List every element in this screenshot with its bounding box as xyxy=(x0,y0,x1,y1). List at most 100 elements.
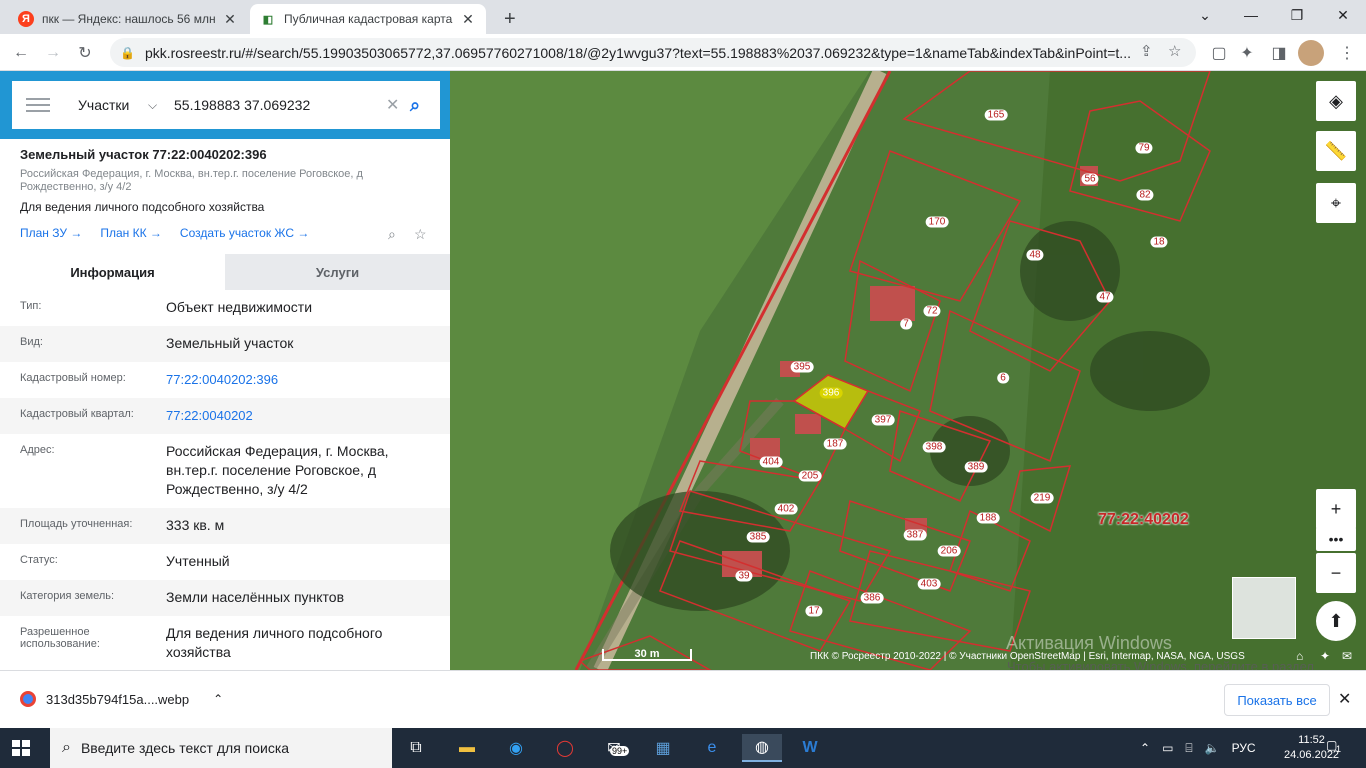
plan-zu-link[interactable]: План ЗУ → xyxy=(20,226,82,240)
edge-icon[interactable]: ◉ xyxy=(502,734,530,762)
address-bar[interactable]: 🔒 pkk.rosreestr.ru/#/search/55.199035030… xyxy=(110,38,1196,67)
task-view-icon[interactable]: ⧉ xyxy=(402,734,430,762)
download-item[interactable]: 313d35b794f15a....webp ⌃ xyxy=(20,691,223,707)
network-icon[interactable]: ⌸ xyxy=(1185,741,1192,756)
avatar[interactable] xyxy=(1298,40,1324,66)
parcel-label[interactable]: 387 xyxy=(903,529,927,541)
url-text[interactable]: pkk.rosreestr.ru/#/search/55.19903503065… xyxy=(145,45,1145,61)
parcel-label[interactable]: 187 xyxy=(823,438,847,450)
reload-icon[interactable]: ↻ xyxy=(72,40,98,66)
close-tab-icon[interactable]: ✕ xyxy=(460,11,476,28)
hamburger-icon[interactable] xyxy=(26,98,50,112)
minimap[interactable] xyxy=(1232,577,1296,639)
parcel-label[interactable]: 47 xyxy=(1096,291,1114,303)
parcel-label[interactable]: 389 xyxy=(964,461,988,473)
word-icon[interactable]: W xyxy=(796,734,824,762)
parcel-label[interactable]: 396 xyxy=(819,387,843,399)
parcel-label[interactable]: 403 xyxy=(917,578,941,590)
parcel-label[interactable]: 397 xyxy=(871,414,895,426)
puzzle-icon[interactable]: ✦ xyxy=(1234,40,1260,66)
extension-icon[interactable]: ▢ xyxy=(1206,40,1232,66)
parcel-label[interactable]: 72 xyxy=(923,305,941,317)
email-icon[interactable]: ✉ xyxy=(1342,649,1352,663)
layers-icon[interactable]: ◈ xyxy=(1316,81,1356,121)
parcel-label[interactable]: 7 xyxy=(900,318,912,330)
tab-pkk[interactable]: ◧ Публичная кадастровая карта ✕ xyxy=(250,4,486,34)
locate-icon[interactable]: ⌖ xyxy=(1316,183,1356,223)
clear-icon[interactable]: ✕ xyxy=(386,95,410,115)
sidepanel-icon[interactable]: ◨ xyxy=(1266,40,1292,66)
parcel-label[interactable]: 18 xyxy=(1150,236,1168,248)
tab-search-icon[interactable]: ⌄ xyxy=(1182,0,1228,30)
pin-icon[interactable]: ✦ xyxy=(1320,649,1330,663)
tab-information[interactable]: Информация xyxy=(0,254,225,290)
zoom-out-button[interactable]: − xyxy=(1316,553,1356,593)
forward-icon[interactable]: → xyxy=(40,40,66,66)
parcel-label[interactable]: 206 xyxy=(937,545,961,557)
maximize-icon[interactable]: ❐ xyxy=(1274,0,1320,30)
minimize-icon[interactable]: — xyxy=(1228,0,1274,30)
bookmark-star-icon[interactable]: ☆ xyxy=(1168,42,1181,60)
parcel-label[interactable]: 386 xyxy=(860,592,884,604)
lock-icon[interactable]: 🔒 xyxy=(120,46,135,60)
parcel-label[interactable]: 385 xyxy=(746,531,770,543)
search-type-select[interactable]: Участки xyxy=(78,97,148,113)
cadastral-quarter-link[interactable]: 77:22:0040202 xyxy=(166,406,436,425)
volume-icon[interactable]: 🔈 xyxy=(1205,741,1220,755)
mail-icon[interactable]: ✉99+ xyxy=(600,734,630,762)
satellite-map[interactable] xyxy=(450,71,1366,670)
parcel-label[interactable]: 79 xyxy=(1135,142,1153,154)
parcel-label[interactable]: 48 xyxy=(1026,249,1044,261)
zoom-in-button[interactable]: + xyxy=(1316,489,1356,529)
more-zoom-icon[interactable]: ••• xyxy=(1316,527,1356,551)
parcel-label[interactable]: 6 xyxy=(997,372,1009,384)
store-icon[interactable]: ▦ xyxy=(649,734,677,762)
parcel-label[interactable]: 17 xyxy=(805,605,823,617)
notification-icon[interactable]: ▢ 1 xyxy=(1326,738,1346,758)
taskbar-search[interactable]: ⌕ Введите здесь текст для поиска xyxy=(50,728,392,768)
show-all-button[interactable]: Показать все xyxy=(1224,684,1330,716)
chevron-down-icon[interactable]: ⌵ xyxy=(148,98,164,113)
compass-icon[interactable]: ⬆ xyxy=(1316,601,1356,641)
parcel-label[interactable]: 398 xyxy=(922,441,946,453)
parcel-label[interactable]: 402 xyxy=(774,503,798,515)
internet-explorer-icon[interactable]: e xyxy=(698,734,726,762)
taskbar-search-placeholder[interactable]: Введите здесь текст для поиска xyxy=(81,740,289,756)
battery-icon[interactable]: ▭ xyxy=(1162,741,1173,755)
zoom-to-object-icon[interactable]: ⌕ xyxy=(388,226,396,243)
opera-icon[interactable]: ◯ xyxy=(551,734,579,762)
windows-start-icon[interactable] xyxy=(12,740,30,756)
parcel-label[interactable]: 82 xyxy=(1136,189,1154,201)
plan-kk-link[interactable]: План КК → xyxy=(100,226,162,240)
parcel-label[interactable]: 395 xyxy=(790,361,814,373)
menu-icon[interactable]: ⋮ xyxy=(1334,40,1360,66)
share-icon[interactable]: ⇪ xyxy=(1140,42,1153,60)
create-parcel-link[interactable]: Создать участок ЖС → xyxy=(180,226,309,240)
close-window-icon[interactable]: ✕ xyxy=(1320,0,1366,30)
parcel-label[interactable]: 56 xyxy=(1081,173,1099,185)
parcel-label[interactable]: 404 xyxy=(759,456,783,468)
chrome-taskbar-icon[interactable]: ◍ xyxy=(742,734,782,762)
parcel-label[interactable]: 188 xyxy=(976,512,1000,524)
search-icon[interactable]: ⌕ xyxy=(410,95,440,116)
parcel-label[interactable]: 165 xyxy=(984,109,1008,121)
tray-chevron-icon[interactable]: ⌃ xyxy=(1140,741,1150,755)
favorite-star-icon[interactable]: ☆ xyxy=(414,226,427,243)
parcel-label[interactable]: 219 xyxy=(1030,492,1054,504)
back-icon[interactable]: ← xyxy=(8,40,34,66)
parcel-label[interactable]: 39 xyxy=(735,570,753,582)
cadastral-number-link[interactable]: 77:22:0040202:396 xyxy=(166,370,436,389)
chevron-up-icon[interactable]: ⌃ xyxy=(213,692,223,706)
search-input[interactable]: 55.198883 37.069232 xyxy=(174,97,386,113)
new-tab-button[interactable]: + xyxy=(494,4,524,34)
parcel-label[interactable]: 205 xyxy=(798,470,822,482)
tab-services[interactable]: Услуги xyxy=(225,254,450,290)
close-tab-icon[interactable]: ✕ xyxy=(222,11,238,28)
ruler-icon[interactable]: 📏 xyxy=(1316,131,1356,171)
tab-yandex[interactable]: Я пкк — Яндекс: нашлось 56 млн ✕ xyxy=(8,4,248,34)
language-indicator[interactable]: РУС xyxy=(1232,741,1256,755)
file-explorer-icon[interactable]: ▬ xyxy=(453,734,481,762)
map-view[interactable]: 165 79 56 82 18 170 48 47 72 7 395 396 6 397 187 398 389… xyxy=(450,71,1366,670)
download-file-name[interactable]: 313d35b794f15a....webp xyxy=(46,692,189,707)
parcel-label[interactable]: 170 xyxy=(925,216,949,228)
